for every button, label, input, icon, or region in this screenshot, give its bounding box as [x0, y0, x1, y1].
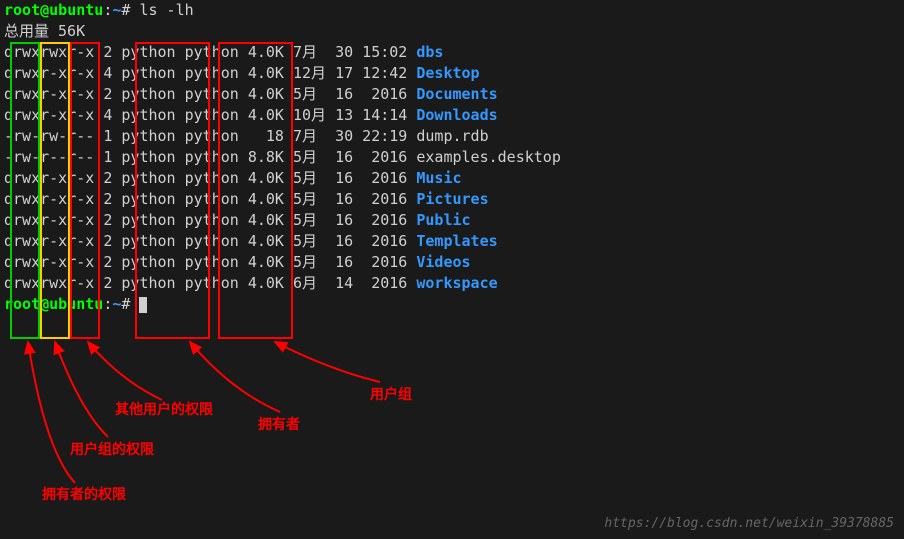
list-row: -rw-rw-r-- 1 python python 18 7月 30 22:1…: [4, 126, 900, 147]
file-name: Music: [416, 169, 461, 187]
list-row: drwxr-xr-x 2 python python 4.0K 5月 16 20…: [4, 252, 900, 273]
label-other-perms: 其他用户的权限: [115, 400, 213, 420]
file-name: Pictures: [416, 190, 488, 208]
prompt-host: ubuntu: [49, 1, 103, 19]
list-row: drwxr-xr-x 2 python python 4.0K 5月 16 20…: [4, 210, 900, 231]
file-name: dbs: [416, 43, 443, 61]
total-line: 总用量 56K: [4, 21, 900, 42]
prompt-at: @: [40, 1, 49, 19]
file-name: Desktop: [416, 64, 479, 82]
watermark: https://blog.csdn.net/weixin_39378885: [604, 515, 894, 533]
prompt-line-1: root@ubuntu:~# ls -lh: [4, 0, 900, 21]
file-name: Downloads: [416, 106, 497, 124]
label-owner-perms: 拥有者的权限: [42, 485, 126, 505]
file-name: Public: [416, 211, 470, 229]
prompt-line-2: root@ubuntu:~#: [4, 294, 900, 315]
list-row: drwxrwxr-x 2 python python 4.0K 7月 30 15…: [4, 42, 900, 63]
list-row: drwxr-xr-x 2 python python 4.0K 5月 16 20…: [4, 168, 900, 189]
label-owner: 拥有者: [258, 415, 300, 435]
prompt-symbol: #: [121, 1, 130, 19]
cursor: [139, 297, 147, 313]
list-row: drwxr-xr-x 2 python python 4.0K 5月 16 20…: [4, 231, 900, 252]
file-name: Documents: [416, 85, 497, 103]
file-listing: drwxrwxr-x 2 python python 4.0K 7月 30 15…: [4, 42, 900, 294]
list-row: drwxr-xr-x 4 python python 4.0K 10月 13 1…: [4, 105, 900, 126]
list-row: -rw-r--r-- 1 python python 8.8K 5月 16 20…: [4, 147, 900, 168]
list-row: drwxrwxr-x 2 python python 4.0K 6月 14 20…: [4, 273, 900, 294]
label-group: 用户组: [370, 385, 412, 405]
terminal[interactable]: root@ubuntu:~# ls -lh 总用量 56K drwxrwxr-x…: [0, 0, 904, 315]
file-name: examples.desktop: [416, 148, 561, 166]
file-name: Videos: [416, 253, 470, 271]
file-name: dump.rdb: [416, 127, 488, 145]
command-text: ls -lh: [139, 1, 193, 19]
list-row: drwxr-xr-x 2 python python 4.0K 5月 16 20…: [4, 84, 900, 105]
file-name: workspace: [416, 274, 497, 292]
prompt-user: root: [4, 1, 40, 19]
list-row: drwxr-xr-x 4 python python 4.0K 12月 17 1…: [4, 63, 900, 84]
list-row: drwxr-xr-x 2 python python 4.0K 5月 16 20…: [4, 189, 900, 210]
label-group-perms: 用户组的权限: [70, 440, 154, 460]
file-name: Templates: [416, 232, 497, 250]
